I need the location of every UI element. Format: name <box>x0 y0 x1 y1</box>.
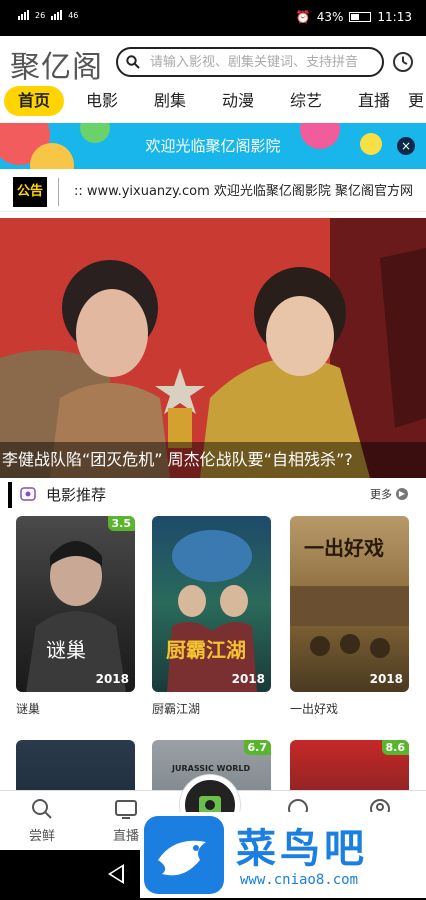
section-title: 电影推荐 <box>46 486 107 504</box>
poster-title: 一出好戏 <box>304 536 384 560</box>
movie-title: 谜巢 <box>16 702 41 716</box>
search-bar[interactable] <box>116 47 384 77</box>
rating-badge: 8.6 <box>381 740 409 755</box>
tab-label: 动漫 <box>221 91 254 110</box>
watermark-text: 菜鸟吧 <box>236 825 368 872</box>
movie-title: 厨霸江湖 <box>152 702 201 716</box>
welcome-banner[interactable]: 欢迎光临聚亿阁影院 × <box>0 123 426 169</box>
network-label-b: 46 <box>68 11 79 20</box>
tab-label: 首页 <box>3 86 64 116</box>
tab-anime[interactable]: 动漫 <box>204 86 272 120</box>
hero-carousel[interactable]: 李健战队陷“团灭危机” 周杰伦战队要“自相残杀”? <box>0 218 426 478</box>
tab-variety[interactable]: 综艺 <box>272 86 340 120</box>
tab-label: 剧集 <box>153 91 186 110</box>
movie-poster: 厨霸江湖 2018 <box>152 516 271 692</box>
search-icon <box>32 799 52 819</box>
divider <box>58 178 59 206</box>
movie-poster: 一出好戏 2018 <box>290 516 409 692</box>
watermark-logo <box>144 816 224 894</box>
back-icon[interactable] <box>108 864 124 884</box>
battery-icon <box>349 12 372 22</box>
bird-icon <box>158 840 206 876</box>
poster-title: 厨霸江湖 <box>166 638 246 662</box>
tab-label: 更 <box>408 91 425 110</box>
watermark: 菜鸟吧 www.cniao8.com <box>140 812 426 898</box>
status-bar: 26 46 ⏰ 43% 11:13 <box>0 0 426 36</box>
section-marker <box>8 482 12 508</box>
signal-icon <box>18 10 29 20</box>
history-icon[interactable] <box>392 51 414 73</box>
poster-art <box>167 530 257 692</box>
more-label: 更多 <box>370 488 392 501</box>
release-year: 2018 <box>231 672 265 686</box>
more-link[interactable]: 更多 ▶ <box>370 486 408 502</box>
announcement-bar[interactable]: 公告 :: www.yixuanzy.com 欢迎光临聚亿阁影院 聚亿阁官方网 <box>0 172 426 212</box>
tab-series[interactable]: 剧集 <box>136 86 204 120</box>
close-icon[interactable]: × <box>397 137 415 155</box>
poster-art <box>26 541 126 692</box>
banner-text: 欢迎光临聚亿阁影院 <box>145 137 281 155</box>
hero-image <box>0 218 426 478</box>
tv-icon <box>20 487 36 501</box>
nav-fresh[interactable]: 尝鲜 <box>12 797 72 844</box>
search-icon <box>126 55 140 69</box>
search-input[interactable] <box>150 53 376 71</box>
announcement-badge: 公告 <box>13 177 47 207</box>
rating-badge: 6.7 <box>243 740 271 755</box>
announcement-text: :: www.yixuanzy.com 欢迎光临聚亿阁影院 聚亿阁官方网 <box>74 184 413 199</box>
tab-label: 直播 <box>357 91 390 110</box>
poster-title: 谜巢 <box>46 638 86 662</box>
alarm-icon: ⏰ <box>295 10 311 24</box>
battery-percent: 43% <box>316 10 344 24</box>
release-year: 2018 <box>369 672 403 686</box>
status-right: ⏰ 43% 11:13 <box>296 10 412 24</box>
hero-caption: 李健战队陷“团灭危机” 周杰伦战队要“自相残杀”? <box>0 442 426 478</box>
status-left: 26 46 <box>18 10 78 20</box>
tab-label: 综艺 <box>289 91 322 110</box>
tab-movie[interactable]: 电影 <box>68 86 136 120</box>
tv-icon <box>115 800 137 819</box>
watermark-url: www.cniao8.com <box>240 872 359 888</box>
movie-title: 一出好戏 <box>290 702 339 716</box>
category-tabs: 首页 电影 剧集 动漫 综艺 直播 更 <box>0 86 426 120</box>
tab-home[interactable]: 首页 <box>0 86 68 120</box>
tab-live[interactable]: 直播 <box>340 86 408 120</box>
poster-title: JURASSIC WORLD <box>172 764 251 773</box>
chevron-right-icon: ▶ <box>396 488 408 500</box>
signal-icon-2 <box>51 10 63 20</box>
section-header-movies: 电影推荐 更多 ▶ <box>0 480 426 508</box>
app-header: 聚亿阁 <box>0 36 426 86</box>
app-logo: 聚亿阁 <box>10 50 103 85</box>
rating-badge: 3.5 <box>107 516 135 531</box>
tab-more[interactable]: 更 <box>408 86 426 120</box>
nav-label: 直播 <box>112 829 139 844</box>
release-year: 2018 <box>95 672 129 686</box>
nav-label: 尝鲜 <box>28 829 55 844</box>
network-label-a: 26 <box>35 11 46 20</box>
movie-poster: 谜巢 3.5 2018 <box>16 516 135 692</box>
tab-label: 电影 <box>85 91 118 110</box>
clock: 11:13 <box>377 10 412 24</box>
